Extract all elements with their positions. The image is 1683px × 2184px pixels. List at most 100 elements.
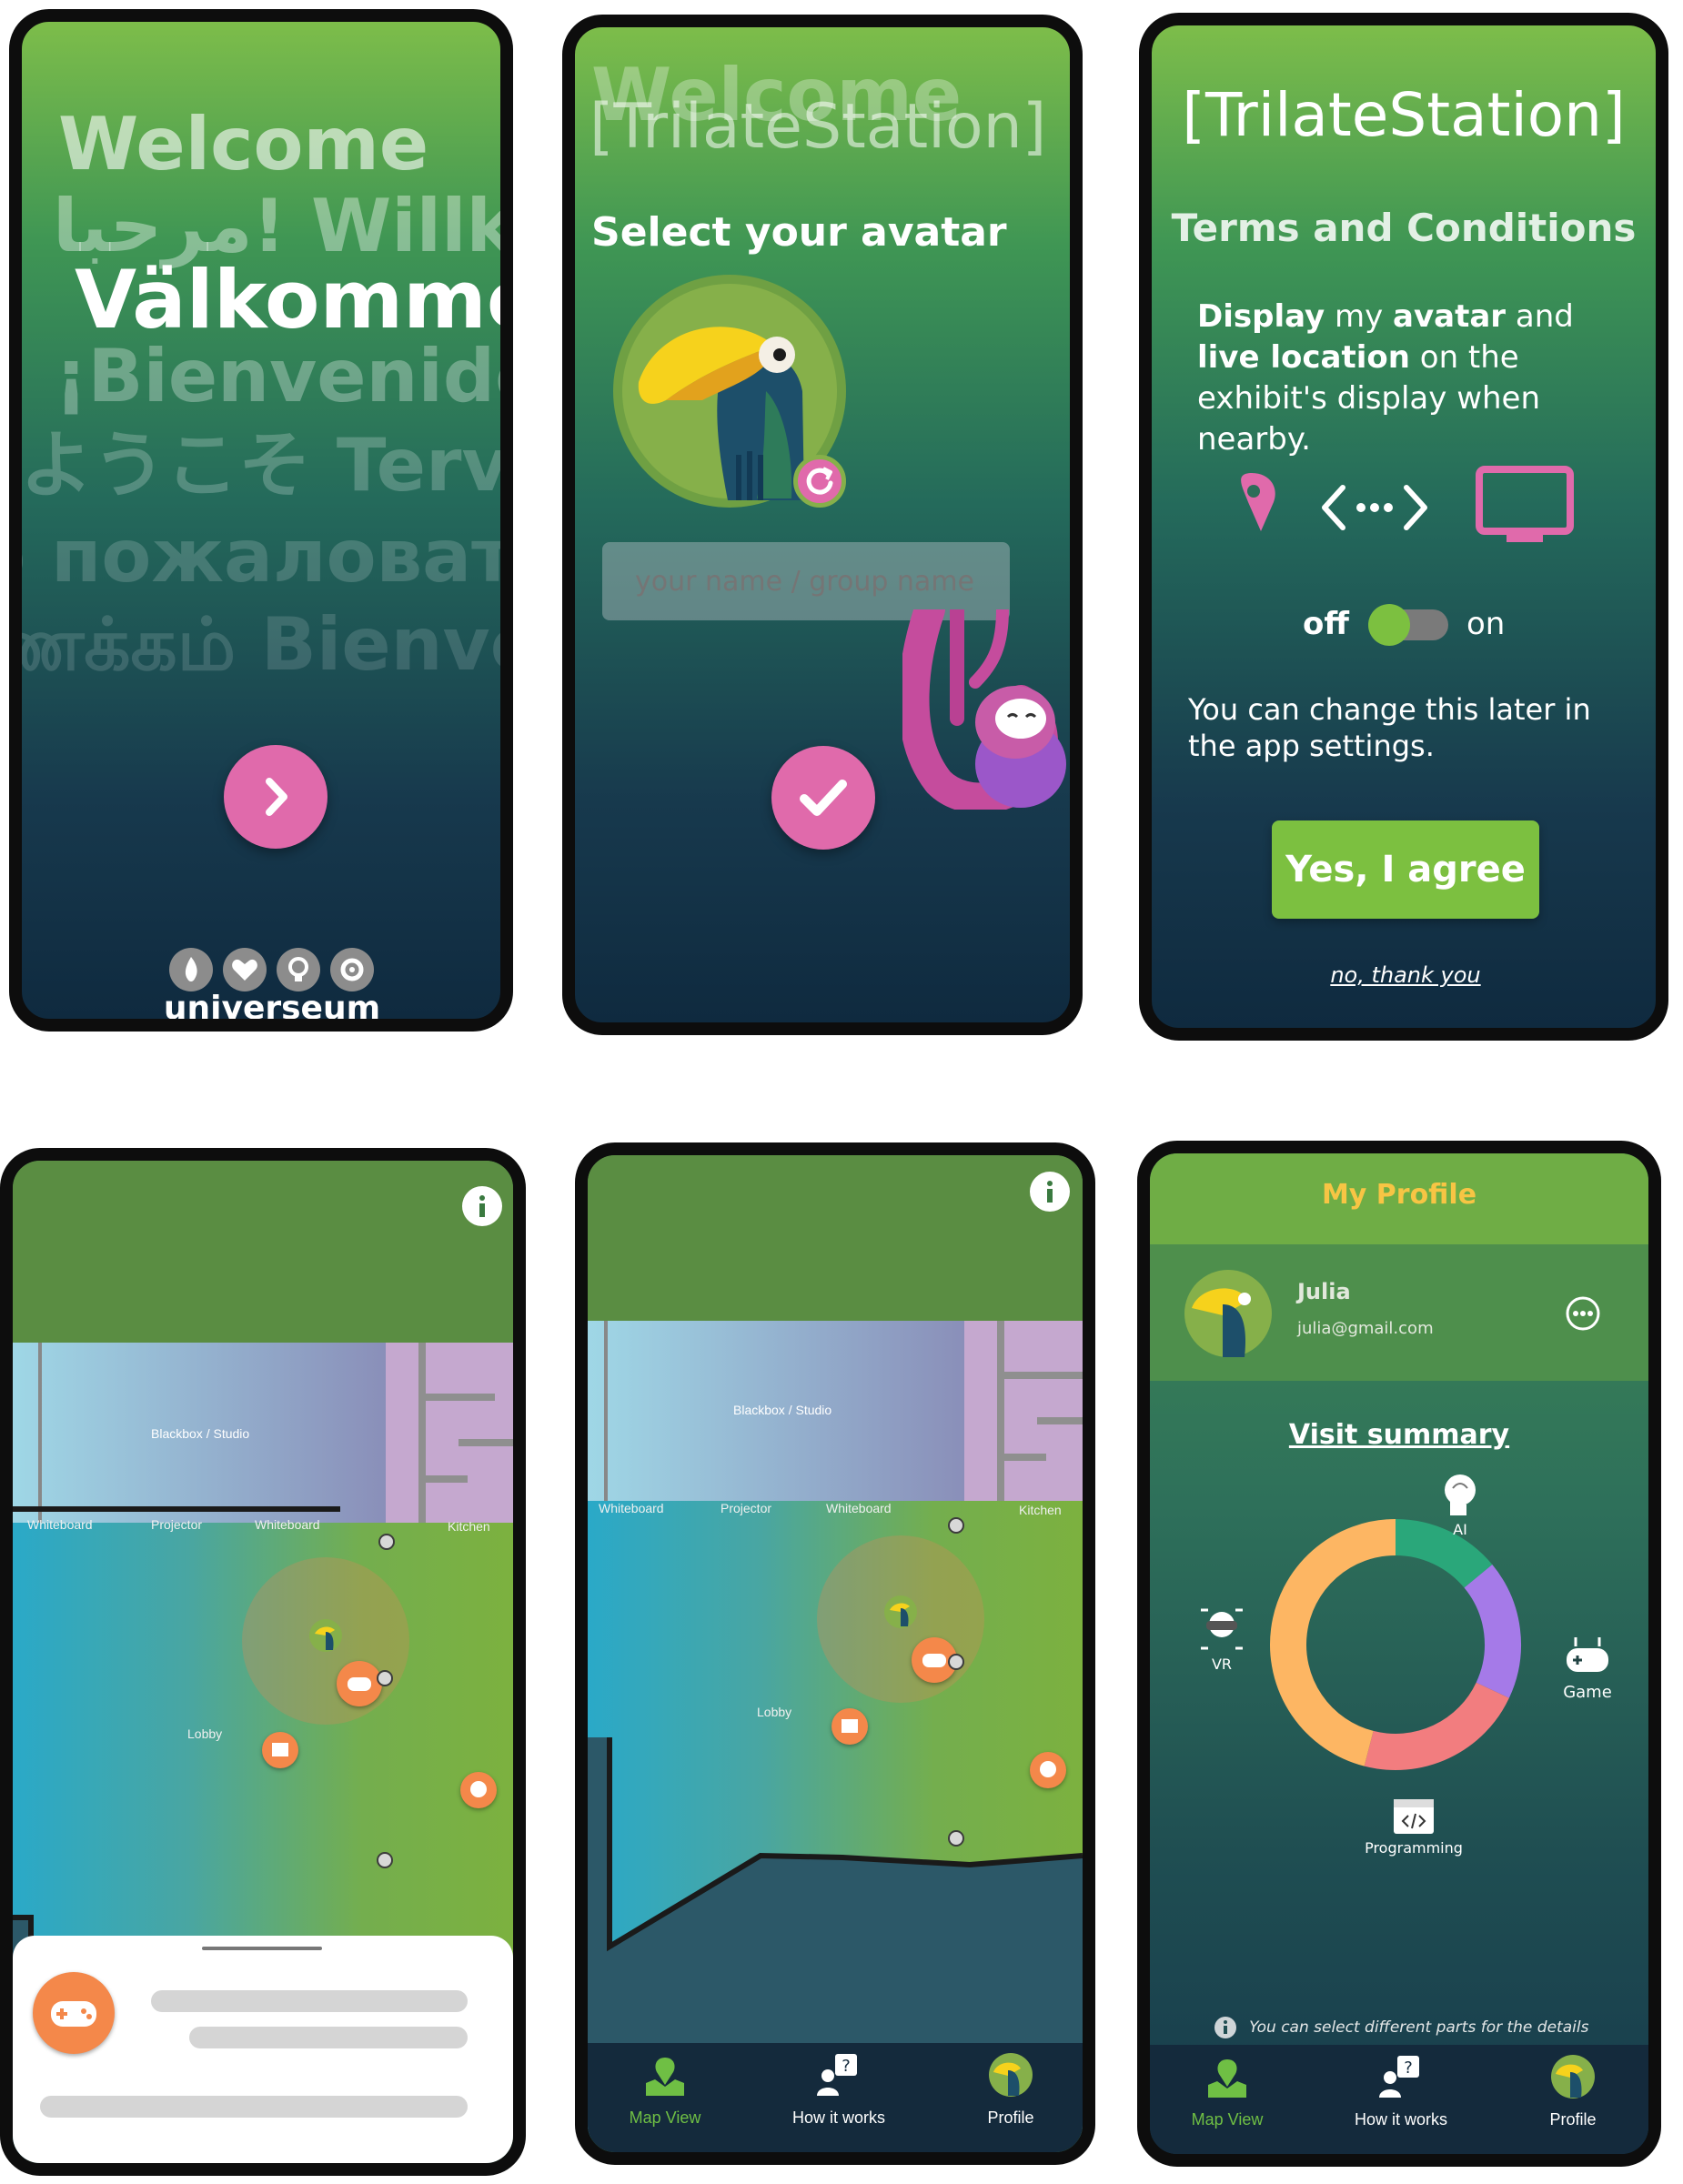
- game-poi[interactable]: [337, 1661, 382, 1706]
- map-pin-icon: [646, 2058, 684, 2096]
- donut-segment-game[interactable]: [1464, 1565, 1521, 1698]
- toggle-on-label: on: [1466, 606, 1506, 642]
- nav-label: Map View: [629, 2109, 701, 2127]
- label-whiteboard-1: Whiteboard: [599, 1501, 664, 1515]
- toucan-icon: [890, 1603, 910, 1626]
- segment-label: VR: [1211, 1656, 1233, 1673]
- brain-head-icon: [1445, 1474, 1476, 1515]
- nav-item-profile[interactable]: Profile: [942, 2043, 1079, 2152]
- map-top-area: [588, 1155, 1083, 1321]
- map-sheet-screen: Blackbox / Studio Whiteboard Projector W…: [0, 1148, 526, 2176]
- nav-label: How it works: [791, 2109, 885, 2127]
- info-button[interactable]: [462, 1186, 502, 1226]
- settings-note: You can change this later in the app set…: [1188, 692, 1591, 763]
- brain-head-icon: [470, 1781, 487, 1797]
- beacon-dot: [948, 1517, 964, 1534]
- greeting-welcome: Welcome: [58, 102, 429, 186]
- segment-ai[interactable]: AI: [1428, 1472, 1492, 1538]
- checkmark-icon: [800, 780, 847, 816]
- more-options-button[interactable]: [1565, 1295, 1601, 1332]
- nav-item-profile[interactable]: Profile: [1505, 2045, 1641, 2154]
- segment-label: Game: [1563, 1683, 1612, 1702]
- greeting-japanese-finnish: ようこそ Tervetuloa: [20, 423, 509, 508]
- segment-game[interactable]: Game: [1547, 1634, 1628, 1702]
- profile-email: julia@gmail.com: [1297, 1319, 1434, 1338]
- room-side: [386, 1343, 513, 1523]
- nav-item-map-view[interactable]: Map View: [1159, 2045, 1295, 2154]
- info-icon: [1047, 1181, 1053, 1203]
- desc-text-2: and: [1506, 298, 1574, 335]
- label-lobby: Lobby: [187, 1726, 223, 1741]
- beacon-dot: [377, 1852, 393, 1868]
- info-icon: [1214, 2017, 1236, 2038]
- terms-title: Terms and Conditions: [1171, 206, 1637, 250]
- next-button[interactable]: [224, 745, 328, 849]
- profile-header: My Profile: [1150, 1153, 1648, 1244]
- gamepad-icon: [348, 1677, 371, 1691]
- beacon-dot: [377, 1670, 393, 1686]
- donut-segment-programming[interactable]: [1364, 1682, 1509, 1770]
- info-icon: [479, 1195, 485, 1217]
- label-whiteboard-2: Whiteboard: [255, 1517, 320, 1532]
- segment-programming[interactable]: Programming: [1341, 1797, 1486, 1857]
- greeting-swedish: Välkommen: [75, 253, 500, 347]
- room-blackbox[interactable]: Blackbox / Studio: [13, 1343, 386, 1523]
- donut-segment-ai[interactable]: [1395, 1519, 1493, 1589]
- terms-description: Display my avatar and live location on t…: [1197, 297, 1616, 460]
- avatar-picker[interactable]: [611, 273, 848, 509]
- brand-name: universeum: [163, 990, 381, 1027]
- terms-screen: [TrilateStation] Terms and Conditions Di…: [1139, 13, 1668, 1041]
- bottom-nav: Map View ? How it works Profile: [1150, 2045, 1648, 2154]
- vr-headset-icon: [1201, 1608, 1243, 1650]
- confirm-button[interactable]: [771, 746, 875, 850]
- map-top-area: [13, 1161, 513, 1343]
- toucan-icon: [315, 1626, 335, 1650]
- signal-arrows-icon: [1322, 485, 1427, 530]
- desc-bold-2: avatar: [1393, 298, 1507, 335]
- agree-button[interactable]: Yes, I agree: [1272, 820, 1539, 919]
- refresh-button[interactable]: [793, 455, 846, 508]
- code-window-icon: [1394, 1799, 1434, 1834]
- location-toggle[interactable]: [1368, 604, 1448, 646]
- decline-link[interactable]: no, thank you: [1152, 962, 1656, 988]
- user-avatar-marker[interactable]: [309, 1619, 342, 1652]
- toggle-knob: [1368, 604, 1410, 646]
- chevron-right-icon: [266, 778, 287, 816]
- nav-label: How it works: [1354, 2110, 1447, 2129]
- help-person-icon: ?: [817, 2054, 857, 2096]
- map-pin-icon: [1208, 2059, 1246, 2098]
- display-monitor-icon: [1476, 466, 1574, 542]
- segment-label: Programming: [1365, 1839, 1463, 1857]
- label-whiteboard-2: Whiteboard: [826, 1501, 892, 1515]
- toggle-off-label: off: [1303, 606, 1349, 642]
- nav-item-how-it-works[interactable]: ? How it works: [766, 2043, 912, 2152]
- user-avatar-marker[interactable]: [884, 1595, 917, 1628]
- ellipsis-circle-icon: [1566, 1296, 1600, 1331]
- greeting-russian-hindi: Добро пожаловать नमस्ते: [22, 514, 513, 599]
- detail-sheet[interactable]: [13, 1936, 513, 2163]
- programming-poi[interactable]: [262, 1732, 298, 1768]
- icon-row: [1234, 460, 1616, 551]
- room-blackbox[interactable]: Blackbox / Studio: [588, 1321, 964, 1501]
- welcome-screen: Welcome مرحبا! Willkommen Välkommen ¡Bie…: [9, 9, 513, 1032]
- ai-poi[interactable]: [460, 1772, 497, 1808]
- nav-item-map-view[interactable]: Map View: [597, 2043, 733, 2152]
- room-label-blackbox: Blackbox / Studio: [151, 1426, 250, 1441]
- avatar-screen: Welcome [TrilateStation] Select your ava…: [562, 15, 1083, 1035]
- sheet-handle[interactable]: [202, 1947, 322, 1950]
- visit-summary-chart[interactable]: [1259, 1508, 1532, 1781]
- info-button[interactable]: [1030, 1172, 1070, 1212]
- greeting-tamil-french: வணக்கம் Bienvenue: [22, 602, 500, 687]
- nav-label: Profile: [1549, 2110, 1597, 2129]
- skeleton-line: [189, 2027, 468, 2048]
- desc-bold-3: live location: [1197, 339, 1410, 376]
- segment-vr[interactable]: VR: [1190, 1606, 1254, 1673]
- toucan-avatar-icon: [989, 2053, 1033, 2097]
- skeleton-line: [40, 2096, 468, 2118]
- donut-segment-vr[interactable]: [1270, 1519, 1396, 1766]
- hint-text: You can select different parts for the d…: [1249, 2018, 1589, 2037]
- universeum-logo: universeum: [164, 946, 380, 1019]
- greeting-arabic-german: مرحبا! Willkommen: [53, 184, 513, 268]
- nav-item-how-it-works[interactable]: ? How it works: [1328, 2045, 1474, 2154]
- app-name: [TrilateStation]: [1182, 80, 1626, 150]
